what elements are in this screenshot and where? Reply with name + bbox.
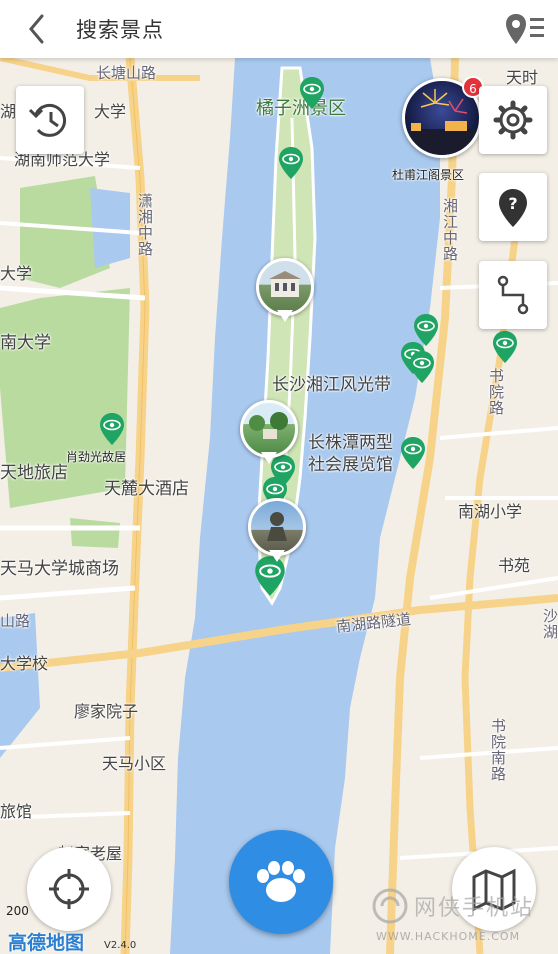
back-button[interactable] <box>20 10 56 48</box>
amap-logo: 高德地图 <box>8 932 85 954</box>
photo-marker-garden[interactable] <box>240 400 298 466</box>
place-label: 书苑 <box>498 556 531 575</box>
location-list-icon <box>506 14 544 44</box>
search-title[interactable]: 搜索景点 <box>76 14 164 44</box>
crosshair-icon <box>49 869 89 909</box>
eye-pin-icon[interactable] <box>99 412 125 446</box>
locate-button[interactable] <box>27 847 111 931</box>
history-icon <box>28 103 66 137</box>
place-label: 肖劲光故居 <box>66 450 127 464</box>
map-view[interactable]: 长塘山路 湖 大学 湖南师范大学 大学 南大学 橘子洲景区 杜甫江阁景区 潇湘中… <box>0 58 558 954</box>
eye-pin-icon[interactable] <box>278 146 304 180</box>
photo-thumbnail <box>240 400 298 458</box>
help-button[interactable]: ? <box>479 173 547 241</box>
history-button[interactable] <box>16 86 84 154</box>
place-label: 长沙湘江风光带 <box>272 375 391 395</box>
scenic-label-dufu: 杜甫江阁景区 <box>392 168 465 182</box>
place-label: 大学校 <box>0 654 49 673</box>
photo-thumbnail <box>248 498 306 556</box>
place-label: 天地旅店 <box>0 463 68 483</box>
place-label: 廖家院子 <box>74 702 139 721</box>
place-label: 社会展览馆 <box>308 455 393 475</box>
paw-icon <box>257 861 305 902</box>
road-label: 长塘山路 <box>96 64 157 82</box>
road-label: 书院路 <box>487 368 505 416</box>
road-label: 沙湖 <box>541 608 558 640</box>
top-bar: 搜索景点 <box>0 0 558 58</box>
road-label: 山路 <box>0 612 31 630</box>
place-label: 大学 <box>94 102 127 121</box>
version-label: V2.4.0 <box>104 940 137 951</box>
question-pin-icon: ? <box>499 189 527 227</box>
place-label: 天马大学城商场 <box>0 559 119 579</box>
map-scale: 200 <box>6 904 29 918</box>
paw-button[interactable] <box>229 830 333 934</box>
route-button[interactable] <box>479 261 547 329</box>
eye-pin-icon[interactable] <box>492 330 518 364</box>
settings-button[interactable] <box>479 86 547 154</box>
place-label: 天马小区 <box>102 754 167 773</box>
place-label: 天时 <box>506 68 539 87</box>
watermark-text: 网侠手机站 <box>414 896 535 921</box>
location-list-button[interactable] <box>504 10 548 48</box>
watermark-url: WWW.HACKHOME.COM <box>376 930 521 943</box>
eye-pin-icon[interactable] <box>409 350 435 384</box>
place-label: 天麓大酒店 <box>104 479 189 499</box>
watermark: 网侠手机站 WWW.HACKHOME.COM <box>368 884 554 952</box>
eye-pin-icon[interactable] <box>400 436 426 470</box>
svg-text:?: ? <box>508 194 517 213</box>
place-label: 南湖小学 <box>458 502 523 521</box>
road-label: 潇湘中路 <box>136 193 154 257</box>
place-label: 南大学 <box>0 333 51 353</box>
place-label: 大学 <box>0 264 33 283</box>
road-label: 湘江中路 <box>441 198 459 262</box>
route-icon <box>497 275 529 315</box>
place-label: 旅馆 <box>0 802 33 821</box>
settings-gear-icon <box>493 100 533 140</box>
place-label: 湖 <box>0 102 17 121</box>
photo-marker-building[interactable] <box>256 258 314 324</box>
road-label: 书院南路 <box>489 718 507 782</box>
photo-marker-fireworks[interactable]: 6 <box>402 76 484 168</box>
photo-thumbnail <box>256 258 314 316</box>
watermark-logo-icon <box>372 888 408 924</box>
eye-pin-icon[interactable] <box>299 76 325 110</box>
back-arrow-icon <box>29 14 44 44</box>
photo-marker-statue[interactable] <box>248 498 306 564</box>
